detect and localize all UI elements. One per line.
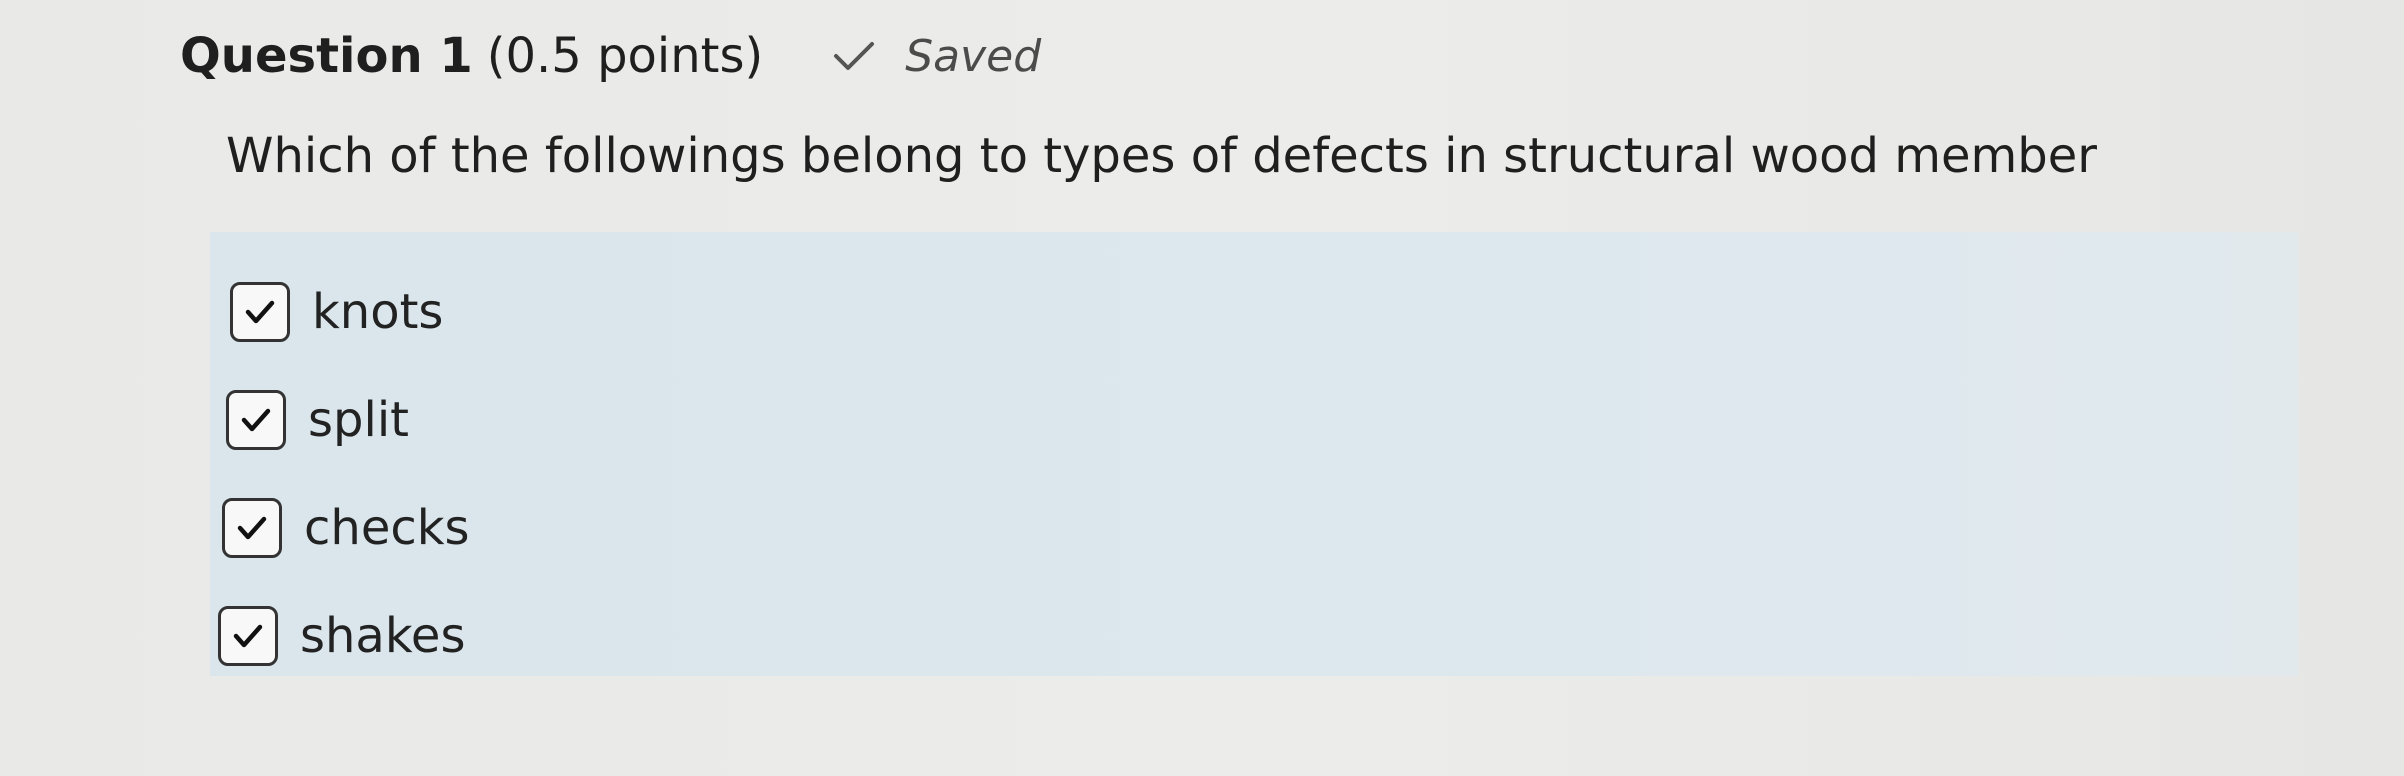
- checkmark-icon: [241, 408, 271, 432]
- answer-checkbox-checks[interactable]: [222, 498, 282, 558]
- check-icon: [833, 39, 875, 73]
- question-title: Question 1: [180, 28, 473, 84]
- answer-option-checks[interactable]: checks: [222, 498, 470, 558]
- saved-status: Saved: [833, 31, 1041, 82]
- answers-panel: knots split checks shakes: [210, 232, 2298, 676]
- question-header: Question 1 (0.5 points) Saved: [180, 28, 1041, 84]
- answer-checkbox-shakes[interactable]: [218, 606, 278, 666]
- answer-checkbox-knots[interactable]: [230, 282, 290, 342]
- checkmark-icon: [245, 300, 275, 324]
- saved-status-text: Saved: [905, 30, 1042, 82]
- question-points: (0.5 points): [486, 28, 764, 84]
- answer-label-knots: knots: [312, 284, 444, 340]
- checkmark-icon: [237, 516, 267, 540]
- checkmark-icon: [233, 624, 263, 648]
- answer-label-checks: checks: [304, 500, 470, 556]
- answer-option-knots[interactable]: knots: [230, 282, 443, 342]
- answer-label-shakes: shakes: [300, 608, 466, 664]
- question-card: Question 1 (0.5 points) Saved Which of t…: [0, 0, 2404, 776]
- answer-label-split: split: [308, 392, 409, 448]
- answer-checkbox-split[interactable]: [226, 390, 286, 450]
- answer-option-split[interactable]: split: [226, 390, 409, 450]
- answer-option-shakes[interactable]: shakes: [218, 606, 465, 666]
- question-text: Which of the followings belong to types …: [226, 128, 2097, 184]
